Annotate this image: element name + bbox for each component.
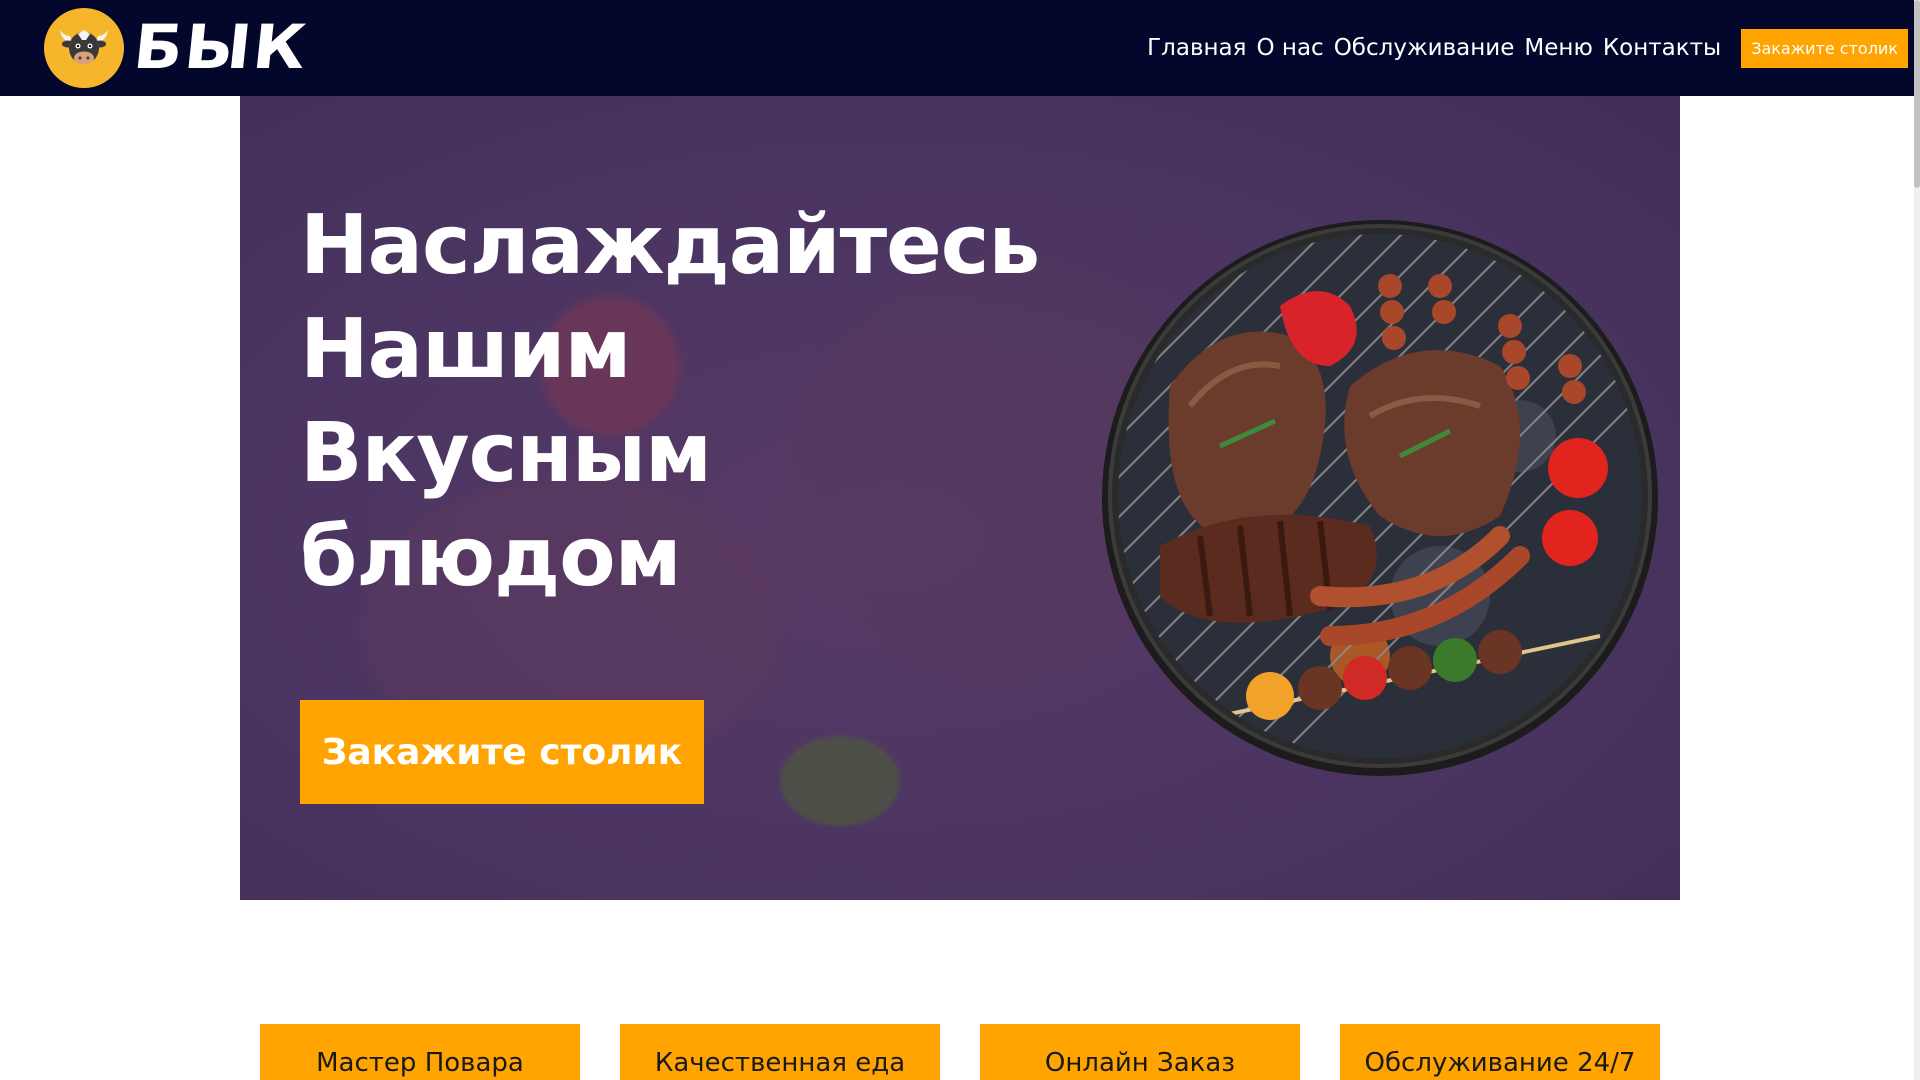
nav-link-about[interactable]: О нас	[1257, 35, 1324, 61]
brand-name: БЫК	[130, 12, 312, 84]
feature-card-online-order[interactable]: Онлайн Заказ	[980, 1024, 1300, 1080]
feature-label: Качественная еда	[654, 1048, 906, 1078]
nav-reserve-button[interactable]: Закажите столик	[1741, 28, 1908, 68]
feature-label: Обслуживание 24/7	[1364, 1048, 1636, 1078]
bull-head-icon	[44, 8, 124, 88]
top-navbar: БЫК Главная О нас Обслуживание Меню Конт…	[0, 0, 1920, 96]
nav-link-contacts[interactable]: Контакты	[1603, 35, 1721, 61]
feature-card-service-24-7[interactable]: Обслуживание 24/7	[1340, 1024, 1660, 1080]
brand[interactable]: БЫК	[44, 8, 311, 88]
feature-label: Мастер Повара	[316, 1048, 524, 1078]
nav-link-service[interactable]: Обслуживание	[1334, 35, 1515, 61]
hero-title: Наслаждайтесь Нашим Вкусным блюдом	[300, 194, 1100, 610]
hero-reserve-button[interactable]: Закажите столик	[300, 700, 704, 804]
feature-card-chefs[interactable]: Мастер Повара	[260, 1024, 580, 1080]
main-nav: Главная О нас Обслуживание Меню Контакты…	[1147, 28, 1908, 68]
scrollbar-thumb[interactable]	[1914, 0, 1920, 188]
hero-title-line: блюдом	[300, 510, 682, 605]
feature-label: Онлайн Заказ	[1044, 1048, 1236, 1078]
nav-link-home[interactable]: Главная	[1147, 35, 1246, 61]
hero-title-line: Вкусным	[300, 406, 712, 501]
hero-title-line: Нашим	[300, 302, 632, 397]
nav-link-menu[interactable]: Меню	[1524, 35, 1592, 61]
hero-title-line: Наслаждайтесь	[300, 198, 1040, 293]
grill-food-icon	[1100, 216, 1660, 776]
hero-bg-herb-shape	[780, 736, 900, 826]
features-row: Мастер Повара Качественная еда Онлайн За…	[260, 1024, 1660, 1080]
feature-card-quality-food[interactable]: Качественная еда	[620, 1024, 940, 1080]
hero-section: Наслаждайтесь Нашим Вкусным блюдом Закаж…	[240, 96, 1680, 900]
